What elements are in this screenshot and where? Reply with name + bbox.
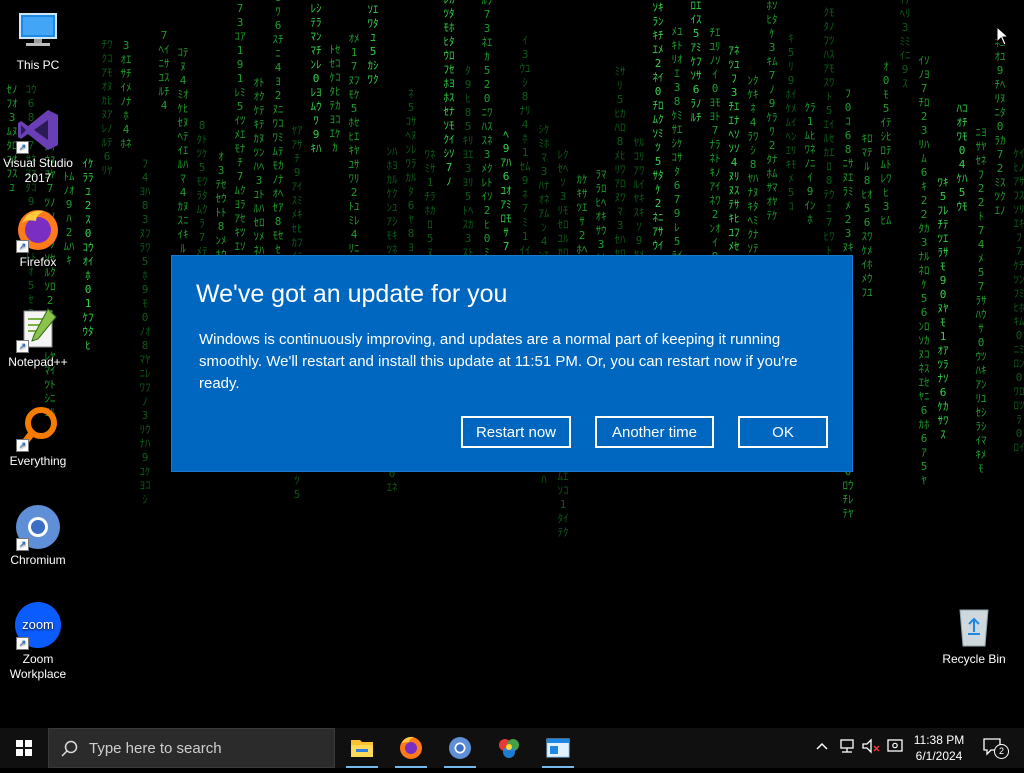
everything-search-icon: ↗	[14, 404, 62, 452]
dialog-message: Windows is continuously improving, and u…	[199, 331, 798, 392]
desktop-icon-label: This PC	[16, 58, 60, 72]
matrix-rain-column: ｸﾗ1ﾑﾋﾜﾈﾉﾆｲ9ｲﾝﾎ	[804, 101, 816, 226]
taskbar-chromium[interactable]	[436, 728, 484, 768]
matrix-rain-column: ﾂ09ﾚｼﾃﾗﾏﾝﾏﾁﾝﾚ0ﾚﾖﾑｳﾜ9ｷﾊ	[310, 0, 322, 155]
ok-button[interactable]: OK	[738, 416, 828, 448]
desktop-icon-label: Notepad++	[8, 355, 68, 369]
matrix-rain-column: ﾛｴｲｽ5ｱﾐｹﾌｿｻ6ﾗﾉﾙﾁ	[690, 0, 702, 124]
matrix-rain-column: ﾔ89ｿｴﾜﾀﾕ5ｶｼﾜｸ	[367, 0, 379, 86]
matrix-rain-column: 3ｵｴｻﾁｲﾒﾉﾅﾎ4ﾎﾈ	[120, 39, 132, 150]
matrix-rain-column: 1ｲﾅﾍﾘ3ﾐﾐｲﾆ9ｽ	[899, 0, 911, 90]
shortcut-arrow-icon: ↗	[16, 141, 29, 154]
desktop-icon-everything[interactable]: ↗ Everything	[0, 404, 76, 469]
notepad-plus-plus-icon: ↗	[14, 305, 62, 353]
search-placeholder: Type here to search	[89, 740, 222, 757]
matrix-rain-column: ｵﾒ17ﾇﾌﾓｹ5ﾎｾﾋｴｷﾔﾕｻﾜﾘ2ﾄﾕﾐﾚ4ﾘﾆ3ﾘﾗ	[348, 32, 360, 283]
visual-studio-icon: ↗	[14, 106, 62, 154]
zoom-icon: zoom ↗	[14, 602, 62, 650]
taskbar-firefox[interactable]	[387, 728, 435, 768]
matrix-rain-column: ｲｿﾉﾖ7ﾁﾛ23ﾘﾊﾑ6ｷ22ﾀｶ3ﾅﾙﾈﾛｹ56ﾝﾛｿｶﾇｺﾈｽｴｾﾔﾆ6ｶ…	[918, 54, 930, 487]
desktop-icon-visual-studio[interactable]: ↗ Visual Studio 2017	[0, 106, 76, 186]
desktop-icon-label: Zoom Workplace	[9, 652, 67, 681]
matrix-rain-column: ｵ0ﾓ5ｲﾃｼﾋﾛﾃﾑﾄﾚﾜﾋ3ﾋﾑ	[880, 60, 892, 227]
desktop-icon-firefox[interactable]: ↗ Firefox	[0, 205, 76, 270]
desktop-icon-chromium[interactable]: ↗ Chromium	[0, 503, 76, 568]
matrix-rain-column: ﾍﾅﾎｿﾋﾀｹ3ｷﾑ7ﾉ9ｹﾗﾜ2ﾀﾅﾎﾑｻﾏｵﾔﾃｹ	[766, 0, 778, 222]
taskbar-search-box[interactable]: Type here to search	[48, 728, 335, 768]
matrix-rain-column: 7ﾍｲﾆｻﾕｽﾙﾁ4	[158, 29, 170, 112]
restart-now-button[interactable]: Restart now	[461, 416, 571, 448]
matrix-rain-column: ﾜｷ5ﾌﾚﾁﾃﾂｴﾗｻﾓ90ﾇﾔﾓ1ｵｱﾂﾗﾅｿ6ｹｶｻﾜｽ	[937, 176, 949, 441]
matrix-rain-column: ｹｲﾋﾉｱｻﾌｽｿﾘｴｷﾌ7ｹﾁﾂﾝﾌﾐﾋﾎｷﾑ0ﾆﾐﾛﾝ0ﾜﾛﾛﾂﾗ0ﾛｲ	[1013, 147, 1024, 454]
matrix-rain-column: ｷﾛﾏﾃﾙ8ﾋｵ56ｽﾜｹﾒｲﾎﾒｳﾌﾕ	[861, 132, 873, 299]
matrix-rain-column: ﾌ4ﾖﾊ83ﾇﾌﾗﾜ5ﾎ9ﾓ0ﾉｵ8ﾏﾔﾆﾚﾜﾌﾉ3ﾘｳﾅﾊ9ﾕｹﾖｺｼ	[139, 157, 151, 506]
another-time-button[interactable]: Another time	[595, 416, 714, 448]
desktop-icon-this-pc[interactable]: This PC	[0, 8, 76, 73]
desktop-icon-zoom[interactable]: zoom ↗ Zoom Workplace	[0, 602, 76, 682]
matrix-rain-column: ｿｷﾗﾝｷﾁｴﾒ2ﾈｲ0ﾁﾛﾑｸｿﾐﾂ5ｻﾀｹ2ﾈﾆｱｻｳｲ8ﾍﾅｼｾ	[652, 1, 664, 294]
matrix-rain-column: ｶｵﾁﾈﾕ73ｺｱ191ﾚﾐ5ｲﾂﾒｴﾓﾅﾁ7ﾑｸﾖﾗｱｾｷﾂｴｿﾌ	[234, 0, 246, 267]
action-center-device-icon[interactable]	[886, 738, 904, 757]
color-app-icon	[499, 739, 519, 758]
search-icon	[61, 740, 78, 757]
recycle-bin-icon	[950, 602, 998, 650]
desktop-icon-label: Recycle Bin	[942, 652, 1006, 666]
taskbar-file-explorer[interactable]	[338, 728, 386, 768]
desktop-icon-label: Firefox	[19, 255, 57, 269]
desktop-icon-notepad-plus-plus[interactable]: ↗ Notepad++	[0, 305, 76, 370]
mouse-cursor-icon	[996, 25, 1010, 51]
firefox-icon	[400, 736, 422, 759]
matrix-rain-column: ﾐｻﾘ5ﾋｶﾊﾛ8ﾒﾋﾘﾜｱﾛﾇﾜﾏ3ｾﾊﾔﾛ5	[614, 65, 626, 274]
desktop-icon-label: Visual Studio 2017	[3, 156, 73, 185]
matrix-rain-column: ﾁﾜｸｺｱﾓｵﾇｶﾋﾇｱﾚﾉﾙﾃ6ﾘﾔ	[101, 38, 113, 177]
matrix-rain-column: ﾁ7ﾚｶﾂﾀﾓﾎﾋﾀｳﾛﾌｾﾎﾖﾎｽｾﾅｿﾓｸｲｼｿ7ﾉ	[443, 0, 455, 188]
shortcut-arrow-icon: ↗	[16, 637, 29, 650]
chromium-icon	[449, 737, 471, 759]
matrix-rain-column: ﾄｾｾｺｹｺﾀﾋﾃｶﾖｺｴｹｶ	[329, 43, 341, 154]
clock-time: 11:38 PM	[913, 733, 965, 747]
taskbar-clock[interactable]: 11:38 PM 6/1/2024	[906, 732, 972, 764]
network-icon[interactable]	[838, 738, 856, 757]
firefox-icon: ↗	[14, 205, 62, 253]
matrix-rain-column: ﾁｴﾕﾘﾉｿｲ0ﾖﾓﾖﾄ7ﾅﾗﾈﾄｷﾉｱｲﾈﾜ2ﾝｵｲ9ﾃ	[709, 26, 721, 277]
taskbar-window-app[interactable]	[534, 728, 582, 768]
matrix-rain-column: ﾈﾕｵﾕ9ﾁﾍﾘﾇﾆﾀ0ﾗｶ72ﾐｽﾂｸｴﾉ	[994, 36, 1006, 217]
matrix-rain-column: ｸﾓﾀﾉﾌﾂﾊｽｱﾓｽﾜﾄ5ｴｲﾙｾｶｴﾛ8ﾃｳｴ7ﾋﾜﾄ	[823, 6, 835, 257]
update-dialog: We've got an update for you Windows is c…	[172, 256, 852, 471]
desktop-icon-label: Chromium	[10, 553, 66, 567]
volume-muted-icon[interactable]	[861, 738, 881, 757]
desktop-icon-recycle-bin[interactable]: Recycle Bin	[936, 602, 1012, 667]
taskbar: Type here to search 11:38 PM 6/1/2024 2	[0, 728, 1024, 768]
notification-count-badge: 2	[994, 744, 1009, 759]
window-app-icon	[546, 738, 570, 758]
clock-date: 6/1/2024	[915, 749, 963, 763]
start-button[interactable]	[0, 728, 48, 768]
matrix-rain-column: ﾆﾖｻﾔｾﾈﾌ22ﾄ74ﾒ57ﾗｻﾊｳｻ0ｳﾂﾊｷｱﾝﾘﾕｾｼﾗｼｲﾏｷﾒﾓ	[975, 126, 987, 475]
taskbar-color-app[interactable]	[485, 728, 533, 768]
notifications-button[interactable]: 2	[982, 736, 1009, 761]
windows-logo-icon	[16, 740, 32, 756]
dialog-title: We've got an update for you	[196, 280, 508, 308]
shortcut-arrow-icon: ↗	[16, 240, 29, 253]
matrix-rain-column: ｷ5ﾘ9ﾎｲｹﾒﾑｲﾍﾝｴﾘｷﾓﾒ5ｺ	[785, 32, 797, 213]
shortcut-arrow-icon: ↗	[16, 340, 29, 353]
shortcut-arrow-icon: ↗	[16, 538, 29, 551]
show-hidden-icons-chevron-icon[interactable]	[816, 738, 828, 757]
chromium-icon: ↗	[14, 503, 62, 551]
file-explorer-icon	[351, 740, 373, 757]
desktop-icon-label: Everything	[9, 454, 67, 468]
matrix-rain-column: ﾊｺｵﾁﾜﾓ04ｹﾊ5ｳﾓ	[956, 102, 968, 213]
shortcut-arrow-icon: ↗	[16, 439, 29, 452]
matrix-rain-column: ｲｹﾗﾗﾕ2ｽ0ｺｳｵｲﾎ01ｹﾌｳﾀﾋ	[82, 157, 94, 352]
this-pc-icon	[14, 8, 62, 56]
